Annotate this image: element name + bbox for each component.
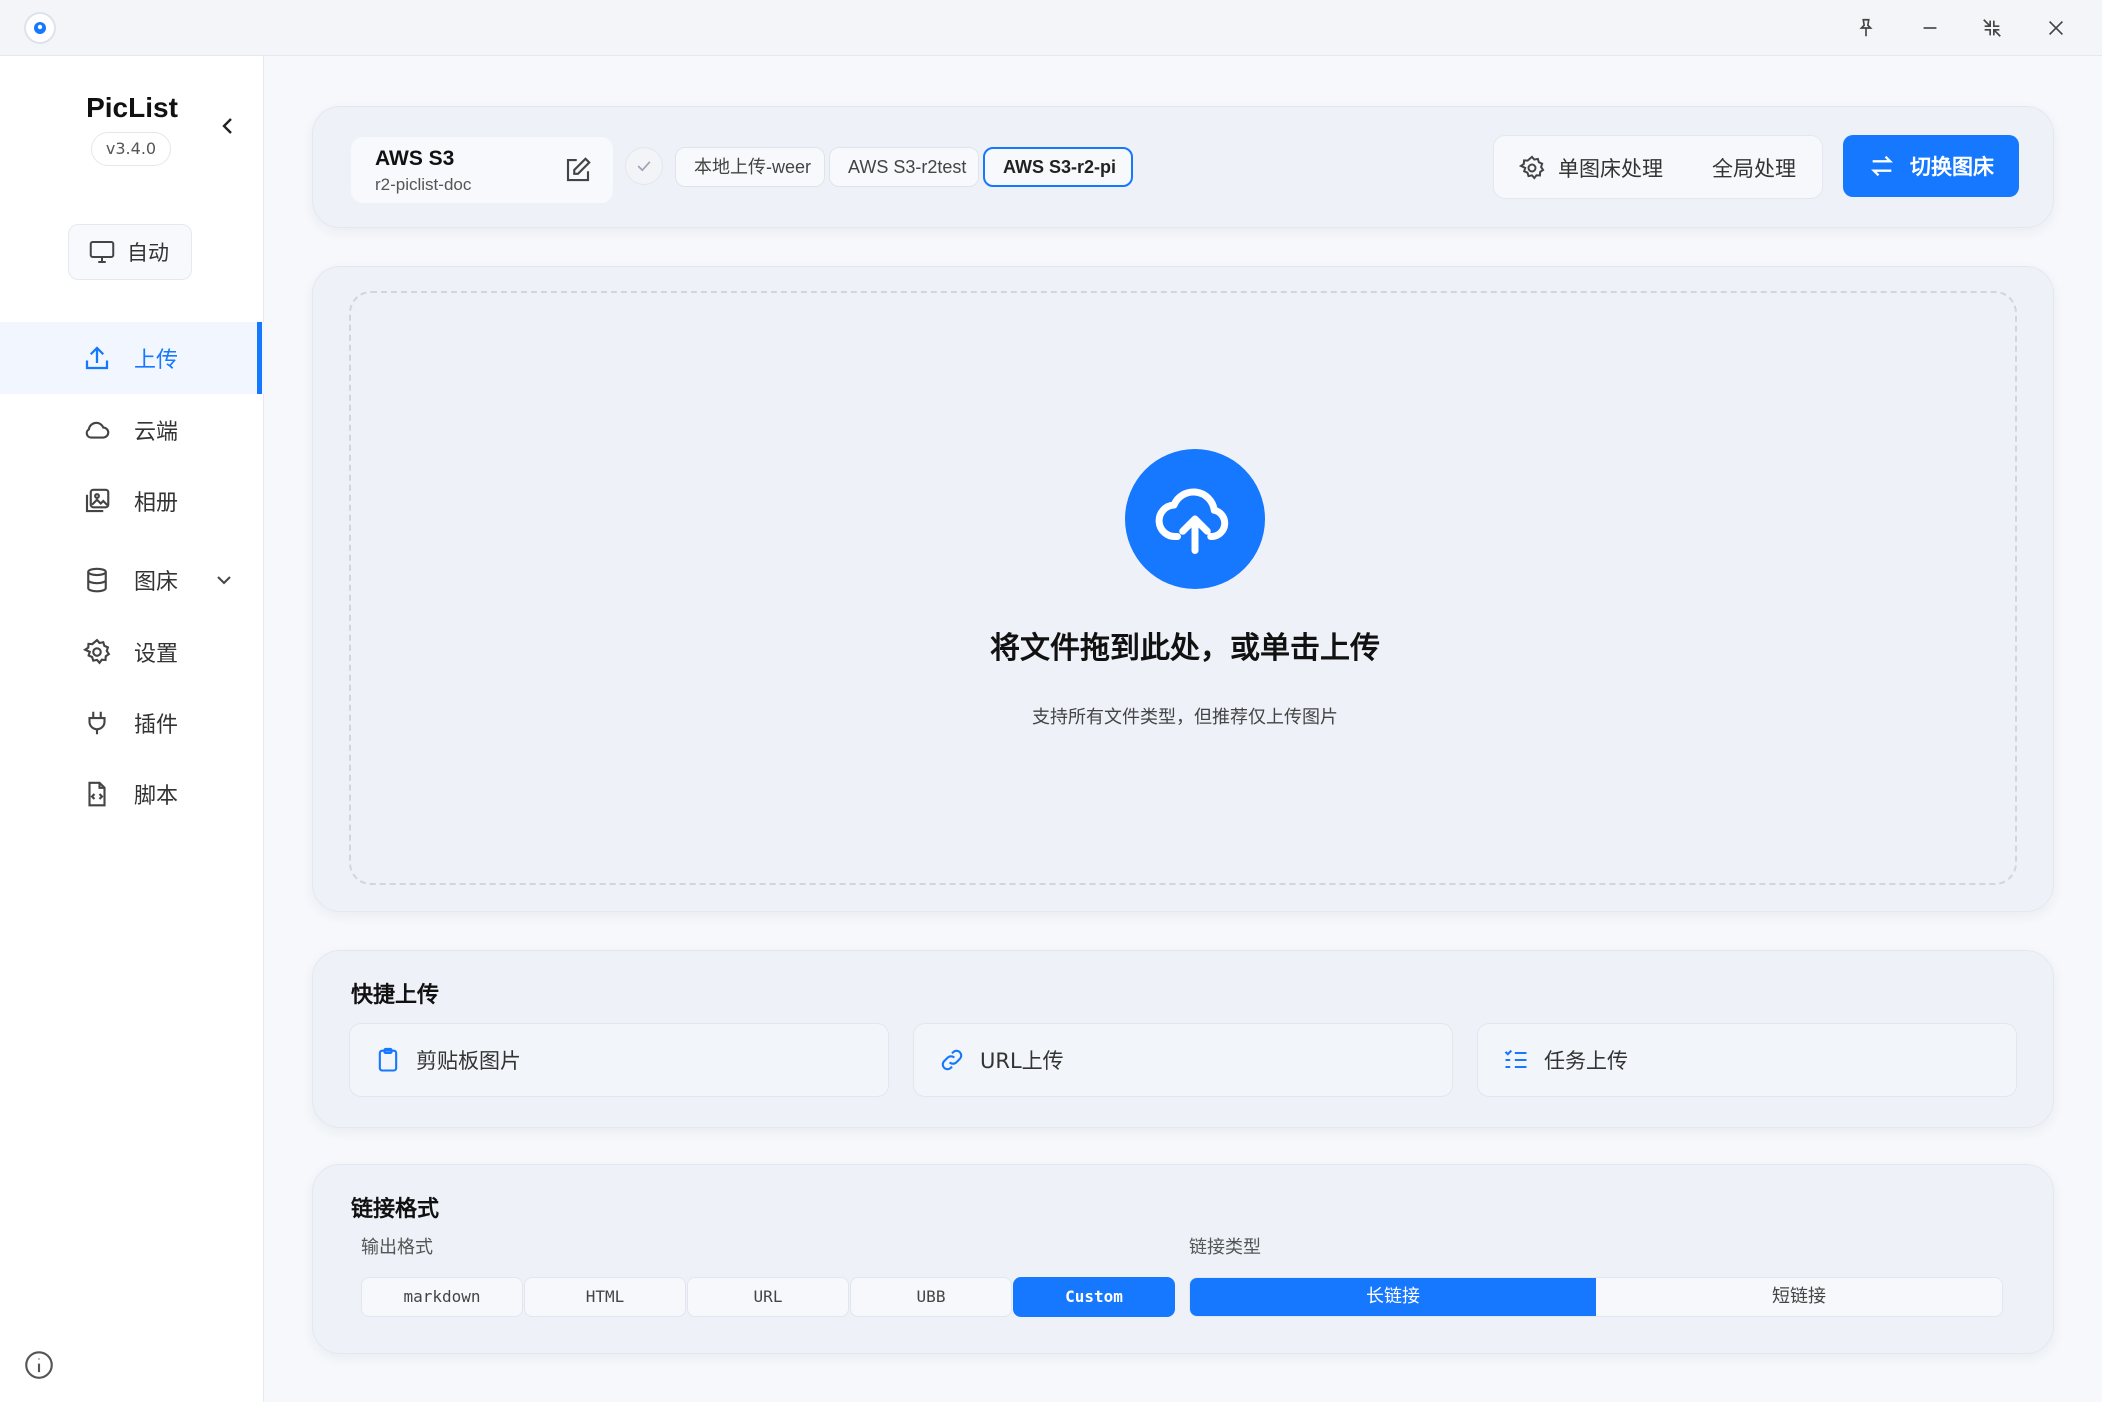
sidebar-item-settings[interactable]: 设置	[0, 616, 264, 688]
picbed-header-card: AWS S3 r2-piclist-doc 本地上传-weer AWS S3-r…	[312, 106, 2054, 228]
sidebar-item-label: 脚本	[134, 784, 179, 809]
edit-config-icon[interactable]	[563, 155, 593, 185]
switch-picbed-label: 切换图床	[1910, 155, 1994, 179]
task-upload-button[interactable]: 任务上传	[1477, 1023, 2017, 1097]
link-format-title: 链接格式	[351, 1197, 440, 1222]
upload-card: 将文件拖到此处，或单击上传 支持所有文件类型，但推荐仅上传图片	[312, 266, 2054, 912]
upload-icon	[85, 346, 109, 370]
format-option-markdown[interactable]: markdown	[361, 1277, 523, 1317]
quick-upload-label: URL上传	[980, 1049, 1064, 1073]
gear-icon	[1518, 155, 1545, 180]
info-icon[interactable]	[22, 1348, 56, 1382]
link-type-label: 链接类型	[1189, 1237, 1261, 1258]
url-upload-button[interactable]: URL上传	[913, 1023, 1453, 1097]
switch-picbed-button[interactable]: 切换图床	[1843, 135, 2019, 197]
single-process-button[interactable]: 单图床处理	[1518, 136, 1663, 200]
output-format-label: 输出格式	[361, 1237, 433, 1258]
upload-drop-zone[interactable]: 将文件拖到此处，或单击上传 支持所有文件类型，但推荐仅上传图片	[349, 291, 2017, 885]
sidebar-item-plugins[interactable]: 插件	[0, 687, 264, 759]
format-option-ubb[interactable]: UBB	[850, 1277, 1012, 1317]
app-logo-icon	[26, 14, 54, 42]
format-option-custom[interactable]: Custom	[1013, 1277, 1175, 1317]
link-icon	[941, 1049, 963, 1071]
current-picbed-box: AWS S3 r2-piclist-doc	[351, 137, 613, 203]
title-bar	[0, 0, 2102, 56]
quick-upload-label: 剪贴板图片	[416, 1049, 521, 1073]
sidebar-item-label: 插件	[134, 713, 179, 738]
link-type-segmented: 长链接 短链接	[1189, 1277, 2003, 1317]
cloud-icon	[85, 421, 110, 439]
pin-icon[interactable]	[1842, 8, 1890, 48]
sidebar-item-gallery[interactable]: 相册	[0, 465, 264, 537]
restore-icon[interactable]	[1968, 8, 2016, 48]
sidebar-item-label: 设置	[134, 642, 179, 667]
global-process-button[interactable]: 全局处理	[1712, 136, 1796, 200]
theme-label: 自动	[127, 241, 169, 265]
close-icon[interactable]	[2032, 8, 2080, 48]
quick-upload-title: 快捷上传	[351, 983, 440, 1008]
single-process-label: 单图床处理	[1558, 157, 1663, 181]
plug-icon	[88, 711, 106, 735]
config-tab-selected[interactable]: AWS S3-r2-pi	[983, 147, 1133, 187]
database-icon	[87, 567, 107, 593]
drop-zone-title: 将文件拖到此处，或单击上传	[990, 631, 1380, 666]
picbed-config-name: r2-piclist-doc	[375, 175, 472, 194]
sidebar-item-scripts[interactable]: 脚本	[0, 758, 264, 830]
sidebar-item-cloud[interactable]: 云端	[0, 394, 264, 466]
picbed-name: AWS S3	[375, 147, 455, 170]
format-option-url[interactable]: URL	[687, 1277, 849, 1317]
task-list-icon	[1504, 1049, 1527, 1069]
sidebar-item-upload[interactable]: 上传	[0, 322, 264, 394]
collapse-sidebar-icon[interactable]	[216, 114, 240, 138]
sidebar-item-label: 云端	[134, 420, 179, 445]
config-tab[interactable]: 本地上传-weer	[675, 147, 825, 187]
gear-icon	[82, 638, 111, 665]
sidebar: PicList v3.4.0 自动 上传 云端 相册 图床 设置 插件 脚本	[0, 56, 264, 1402]
chevron-down-icon[interactable]	[212, 568, 236, 592]
sidebar-item-label: 相册	[134, 491, 179, 516]
monitor-icon	[89, 241, 115, 263]
clipboard-upload-button[interactable]: 剪贴板图片	[349, 1023, 889, 1097]
sidebar-item-picbed[interactable]: 图床	[0, 544, 264, 616]
check-icon[interactable]	[625, 147, 663, 185]
script-file-icon	[88, 781, 106, 807]
global-process-label: 全局处理	[1712, 157, 1796, 181]
minimize-icon[interactable]	[1906, 8, 1954, 48]
link-type-short[interactable]: 短链接	[1596, 1278, 2002, 1316]
sidebar-item-label: 上传	[134, 348, 179, 373]
gallery-icon	[85, 488, 110, 513]
sidebar-item-label: 图床	[134, 570, 179, 595]
clipboard-icon	[378, 1047, 398, 1072]
theme-toggle-button[interactable]: 自动	[68, 224, 192, 280]
config-tab[interactable]: AWS S3-r2test	[829, 147, 979, 187]
quick-upload-card: 快捷上传 剪贴板图片 URL上传 任务上传	[312, 950, 2054, 1128]
quick-upload-label: 任务上传	[1544, 1049, 1628, 1073]
process-action-group: 单图床处理 全局处理	[1493, 135, 1823, 199]
swap-arrows-icon	[1871, 155, 1893, 177]
app-version-badge: v3.4.0	[91, 132, 171, 166]
cloud-upload-icon	[1125, 449, 1265, 589]
drop-zone-subtitle: 支持所有文件类型，但推荐仅上传图片	[1032, 707, 1338, 728]
format-option-html[interactable]: HTML	[524, 1277, 686, 1317]
link-format-card: 链接格式 输出格式 链接类型 markdown HTML URL UBB Cus…	[312, 1164, 2054, 1354]
link-type-long[interactable]: 长链接	[1190, 1278, 1596, 1316]
